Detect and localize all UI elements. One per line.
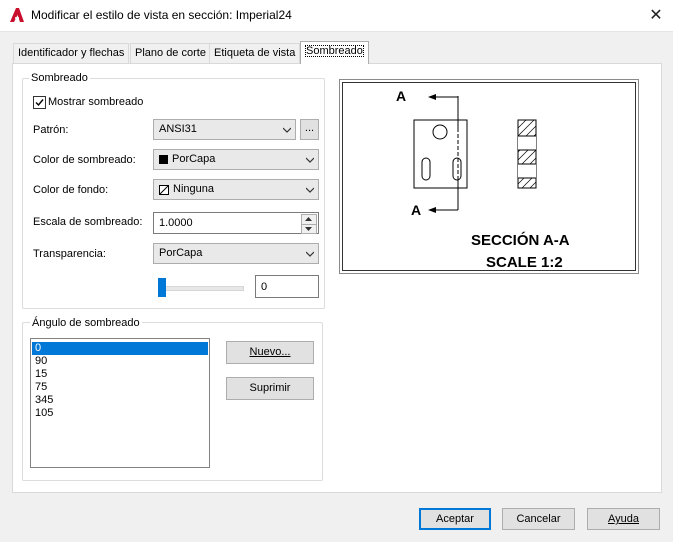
chevron-up-icon <box>305 217 312 221</box>
hatch-scale-input[interactable]: 1.0000 <box>153 212 319 234</box>
tab-etiqueta-vista[interactable]: Etiqueta de vista <box>209 43 301 63</box>
list-item[interactable]: 15 <box>32 368 208 381</box>
tab-label: Sombreado <box>305 45 364 57</box>
hatch-color-value: PorCapa <box>172 153 216 165</box>
transparency-select[interactable]: PorCapa <box>153 243 319 264</box>
hatch-scale-value: 1.0000 <box>159 217 193 229</box>
tab-sombreado[interactable]: Sombreado <box>300 41 369 64</box>
close-icon[interactable]: ✕ <box>640 1 672 30</box>
list-item[interactable]: 90 <box>32 355 208 368</box>
transparency-slider[interactable] <box>158 278 244 298</box>
checkmark-icon <box>35 99 44 107</box>
list-item[interactable]: 0 <box>32 342 208 355</box>
slider-track <box>162 286 244 291</box>
hatch-group-title: Sombreado <box>29 72 90 84</box>
list-item[interactable]: 345 <box>32 394 208 407</box>
chevron-down-icon <box>305 227 312 231</box>
no-color-swatch-icon <box>159 185 169 195</box>
angle-group-title: Ángulo de sombreado <box>30 317 142 329</box>
window-title: Modificar el estilo de vista en sección:… <box>31 8 292 22</box>
new-button-label: Nuevo... <box>249 346 291 358</box>
angle-list[interactable]: 0 90 15 75 345 105 <box>30 338 210 468</box>
cancel-button[interactable]: Cancelar <box>502 508 575 530</box>
help-button[interactable]: Ayuda <box>587 508 660 530</box>
transparency-value: PorCapa <box>159 247 203 259</box>
tab-identificador-flechas[interactable]: Identificador y flechas <box>13 43 130 63</box>
background-color-label: Color de fondo: <box>33 184 109 196</box>
transparency-input-value: 0 <box>261 281 268 293</box>
delete-angle-button[interactable]: Suprimir <box>226 377 314 400</box>
tab-label: Identificador y flechas <box>18 47 125 59</box>
hatch-scale-label: Escala de sombreado: <box>33 216 143 228</box>
tab-label: Etiqueta de vista <box>214 47 296 59</box>
section-preview: A A SECCIÓN A-A SCALE 1:2 <box>339 79 639 274</box>
tab-plano-corte[interactable]: Plano de corte <box>130 43 211 63</box>
section-arrow-label-bottom: A <box>411 202 422 218</box>
show-hatch-label: Mostrar sombreado <box>48 96 144 108</box>
chevron-down-icon <box>306 251 314 257</box>
hatch-color-select[interactable]: PorCapa <box>153 149 319 170</box>
delete-button-label: Suprimir <box>249 382 291 394</box>
section-arrow-label-top: A <box>396 88 407 104</box>
pattern-browse-button[interactable]: ... <box>300 119 319 140</box>
chevron-down-icon <box>306 187 314 193</box>
transparency-label: Transparencia: <box>33 248 106 260</box>
tab-label: Plano de corte <box>135 47 206 59</box>
pattern-value: ANSI31 <box>159 123 197 135</box>
pattern-label: Patrón: <box>33 124 69 136</box>
background-color-select[interactable]: Ninguna <box>153 179 319 200</box>
pattern-select[interactable]: ANSI31 <box>153 119 296 140</box>
title-bar: Modificar el estilo de vista en sección:… <box>0 0 673 32</box>
list-item[interactable]: 105 <box>32 407 208 420</box>
preview-caption-title: SECCIÓN A-A <box>471 232 570 249</box>
slider-thumb[interactable] <box>158 278 166 297</box>
color-swatch-icon <box>159 155 168 164</box>
spin-down-button[interactable] <box>301 224 317 234</box>
autocad-logo-icon <box>10 8 24 22</box>
background-color-value: Ninguna <box>173 183 214 195</box>
chevron-down-icon <box>306 157 314 163</box>
new-angle-button[interactable]: Nuevo... <box>226 341 314 364</box>
show-hatch-checkbox[interactable] <box>33 96 46 109</box>
hatch-color-label: Color de sombreado: <box>33 154 136 166</box>
accept-button[interactable]: Aceptar <box>419 508 491 530</box>
list-item[interactable]: 75 <box>32 381 208 394</box>
chevron-down-icon <box>283 127 291 133</box>
transparency-value-input[interactable]: 0 <box>255 275 319 298</box>
help-button-label: Ayuda <box>608 513 639 525</box>
preview-caption-scale: SCALE 1:2 <box>486 254 563 271</box>
